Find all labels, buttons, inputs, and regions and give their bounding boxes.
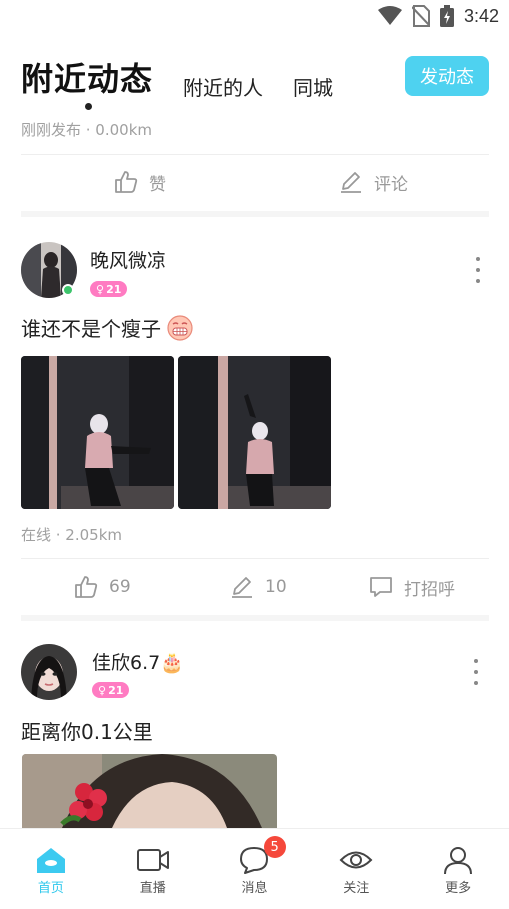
post-meta: 刚刚发布 · 0.00km (21, 121, 153, 139)
active-tab-indicator (85, 103, 92, 110)
post-update-button[interactable]: 发动态 (405, 56, 489, 96)
comment-label: 评论 (374, 174, 408, 195)
eye-icon (339, 851, 373, 869)
post-meta: 在线 · 2.05km (21, 526, 123, 544)
nav-label: 首页 (37, 881, 64, 896)
like-label: 赞 (149, 174, 166, 195)
female-symbol-icon: ♀ (98, 683, 107, 697)
avatar[interactable] (21, 644, 77, 700)
age-value: 21 (108, 683, 124, 697)
wifi-icon (377, 6, 402, 25)
avatar-photo (21, 644, 77, 700)
chat-bubble-icon (370, 577, 392, 597)
nav-label: 关注 (343, 881, 370, 896)
username-text: 佳欣6.7 (92, 652, 161, 674)
battery-charging-icon (439, 5, 454, 27)
selfie-with-flower-photo (22, 754, 277, 828)
no-sim-icon (411, 5, 430, 27)
mirror-selfie-photo-2 (178, 356, 331, 509)
nav-home[interactable]: 首页 (0, 829, 102, 909)
more-options-button[interactable] (473, 257, 483, 283)
age-value: 21 (106, 282, 122, 296)
tab-nearby-feed[interactable]: 附近动态 (21, 54, 153, 100)
comment-button[interactable]: 评论 (338, 169, 408, 195)
divider (21, 154, 489, 155)
post-image[interactable] (21, 356, 174, 509)
nav-label: 直播 (139, 881, 166, 896)
post-image[interactable] (22, 754, 277, 828)
header-tabs: 附近动态 附近的人 同城 发动态 (0, 52, 509, 110)
divider (21, 558, 489, 559)
comment-button[interactable]: 10 (229, 574, 287, 600)
bottom-navigation: 首页 直播 消息 5 关注 更多 (0, 828, 509, 909)
clock-time: 3:42 (463, 5, 499, 26)
edit-pencil-icon (341, 172, 361, 193)
post-text: 谁还不是个瘦子 (21, 313, 193, 342)
like-button[interactable]: 69 (73, 574, 131, 600)
section-divider (21, 615, 489, 621)
nav-messages[interactable]: 消息 5 (204, 829, 306, 909)
edit-pencil-icon (232, 577, 252, 598)
section-divider (21, 211, 489, 217)
tab-nearby-people[interactable]: 附近的人 (183, 72, 263, 101)
nav-follow[interactable]: 关注 (305, 829, 407, 909)
username[interactable]: 佳欣6.7🎂 (92, 648, 184, 675)
post-text: 距离你0.1公里 (21, 720, 153, 744)
more-options-button[interactable] (471, 659, 481, 685)
status-bar: 3:42 (0, 0, 509, 32)
nav-label: 消息 (241, 881, 268, 896)
nav-more[interactable]: 更多 (407, 829, 509, 909)
nav-live[interactable]: 直播 (102, 829, 204, 909)
like-count: 69 (109, 577, 131, 597)
female-symbol-icon: ♀ (96, 282, 105, 296)
mirror-selfie-photo-1 (21, 356, 174, 509)
home-icon (36, 848, 65, 873)
status-icons: 3:42 (377, 5, 499, 27)
like-button[interactable]: 赞 (113, 169, 166, 195)
unread-count-badge: 5 (263, 836, 286, 858)
grimace-emoji-icon (167, 315, 193, 341)
post-text-content: 谁还不是个瘦子 (21, 317, 161, 341)
greet-button[interactable]: 打招呼 (368, 574, 455, 600)
thumbs-up-icon (75, 576, 98, 598)
thumbs-up-icon (115, 171, 138, 193)
comment-count: 10 (265, 577, 287, 597)
video-camera-icon (136, 849, 169, 871)
nav-label: 更多 (445, 881, 472, 896)
username[interactable]: 晚风微凉 (90, 246, 166, 273)
online-status-dot (62, 284, 74, 296)
age-badge: ♀ 21 (92, 682, 130, 698)
birthday-cake-icon: 🎂 (160, 652, 184, 674)
age-badge: ♀ 21 (90, 281, 128, 297)
tab-same-city[interactable]: 同城 (293, 72, 333, 101)
greet-label: 打招呼 (404, 579, 455, 600)
person-icon (444, 847, 473, 875)
post-image[interactable] (178, 356, 331, 509)
